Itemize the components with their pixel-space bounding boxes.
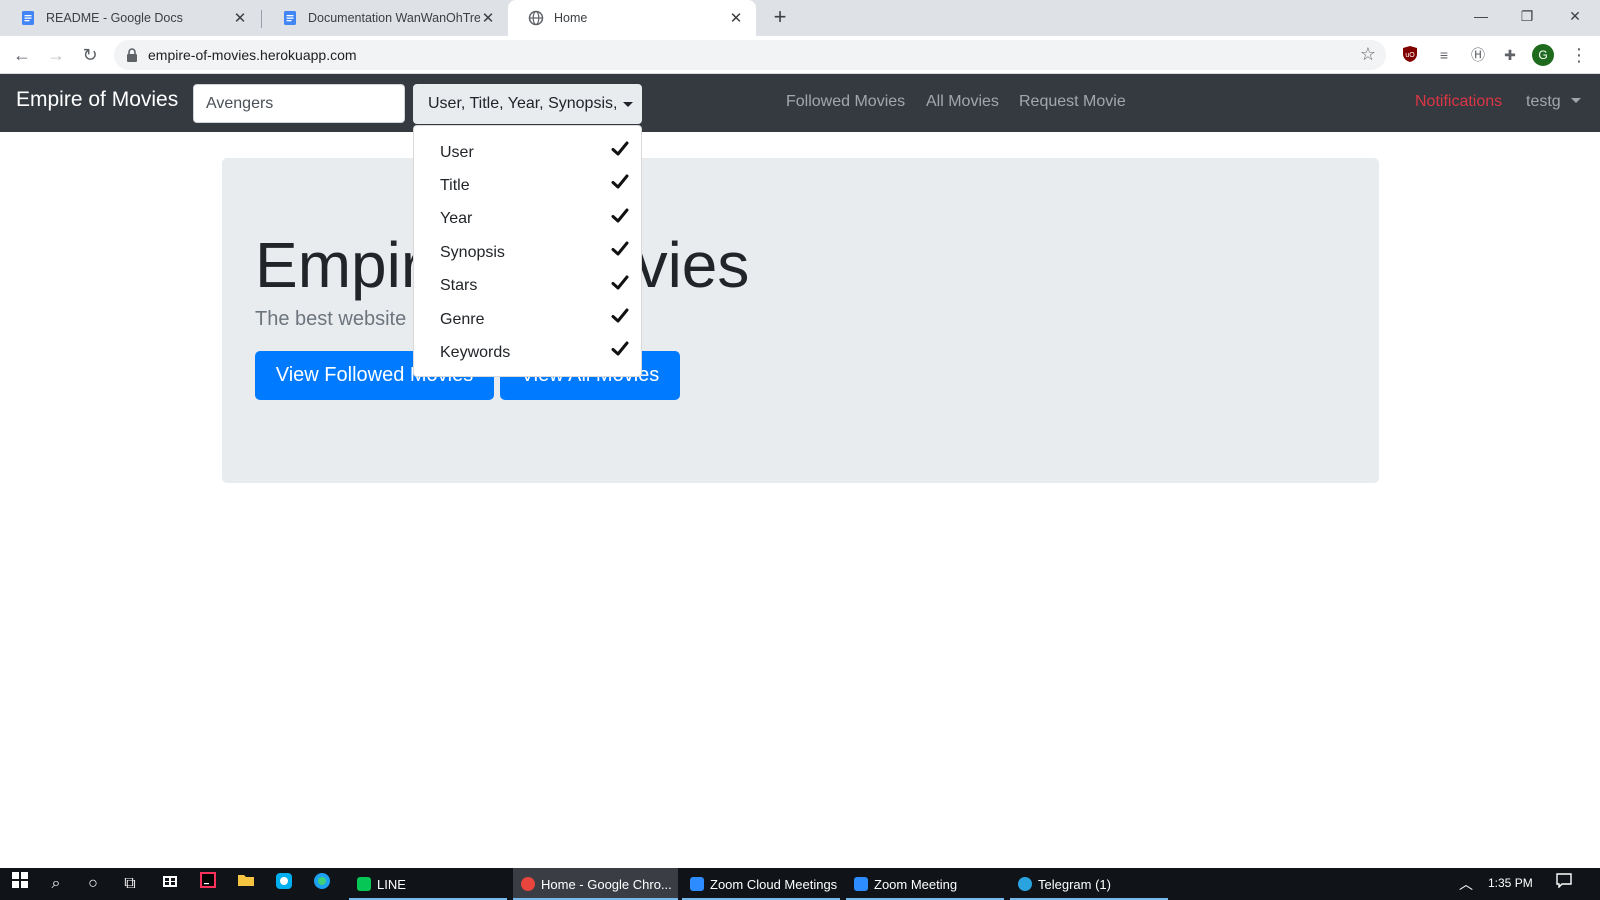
taskbar-app-label: Home - Google Chro... [541,876,672,892]
google-docs-icon [284,11,296,25]
chrome-icon [521,877,535,891]
filter-option-label: Year [440,210,473,228]
nav-request-movie[interactable]: Request Movie [1019,93,1126,111]
filter-label: User, Title, Year, Synopsis, [428,95,618,112]
nav-all-movies[interactable]: All Movies [926,93,999,111]
more-menu-icon[interactable]: ⋮ [1570,44,1588,66]
hero-jumbotron: Empire of Movies The best website View F… [222,158,1379,483]
filter-option-user[interactable]: User [414,136,641,169]
skype-icon[interactable] [272,872,296,896]
tab-title: README - Google Docs [46,11,183,25]
caret-down-icon [1571,98,1582,103]
zoom-icon [690,877,704,891]
close-icon[interactable]: ✕ [728,9,744,27]
checkmark-icon [611,208,629,223]
taskbar-app-zoom-meeting[interactable]: Zoom Meeting [846,868,1004,900]
checkmark-icon [611,341,629,356]
filter-option-label: Genre [440,310,485,328]
checkmark-icon [611,241,629,256]
reload-icon[interactable]: ↻ [78,43,102,67]
address-bar[interactable]: empire-of-movies.herokuapp.com ☆ [114,40,1386,70]
close-icon[interactable]: ✕ [232,9,248,27]
hero-lead: The best website [255,308,407,330]
lock-icon [127,48,137,62]
nav-followed-movies[interactable]: Followed Movies [786,93,905,111]
site-brand[interactable]: Empire of Movies [16,88,178,112]
profile-avatar[interactable]: G [1532,44,1554,66]
filter-option-label: Stars [440,277,478,295]
globe-icon [528,10,544,26]
close-window-icon[interactable]: ✕ [1552,0,1598,32]
forward-arrow-icon[interactable]: → [44,43,68,67]
notification-center-icon[interactable] [1552,872,1576,896]
browser-tab-strip: README - Google Docs ✕ Documentation Wan… [0,0,1600,36]
file-explorer-icon[interactable] [234,872,258,896]
ublock-icon[interactable]: uO [1400,45,1420,65]
username: testg [1526,93,1561,110]
filter-option-title[interactable]: Title [414,169,641,202]
taskbar-app-zoom-cloud[interactable]: Zoom Cloud Meetings [682,868,840,900]
line-icon [357,877,371,891]
new-tab-button[interactable]: + [768,6,792,30]
search-icon[interactable]: ⌕ [44,872,68,896]
browser-toolbar: ← → ↻ empire-of-movies.herokuapp.com ☆ u… [0,36,1600,74]
checkmark-icon [611,275,629,290]
back-arrow-icon[interactable]: ← [10,43,34,67]
store-icon[interactable] [158,872,182,896]
taskbar-app-label: Zoom Cloud Meetings [710,876,838,892]
filter-option-year[interactable]: Year [414,203,641,236]
checkmark-icon [611,308,629,323]
task-view-icon[interactable]: ⧉ [118,872,142,896]
extension-h-icon[interactable]: Ⓗ [1468,45,1488,65]
filter-option-stars[interactable]: Stars [414,270,641,303]
tab-home[interactable]: Home ✕ [508,0,756,36]
search-filter-dropdown-menu: User Title Year Synopsis Stars Genre Key… [413,125,642,377]
google-docs-icon [22,11,34,25]
url-text: empire-of-movies.herokuapp.com [148,47,357,63]
filter-option-genre[interactable]: Genre [414,303,641,336]
checkmark-icon [611,174,629,189]
intellij-icon[interactable] [196,872,220,896]
user-menu[interactable]: testg [1526,93,1582,111]
close-icon[interactable]: ✕ [480,9,496,27]
search-input[interactable] [193,84,405,123]
nav-notifications[interactable]: Notifications [1415,93,1502,111]
star-icon[interactable]: ☆ [1360,44,1376,65]
windows-taskbar: ⌕ ○ ⧉ LINE Home - Google Chro... Zoom Cl… [0,868,1600,900]
filter-option-label: Keywords [440,344,511,362]
reading-list-icon[interactable]: ≡ [1434,45,1454,65]
filter-option-keywords[interactable]: Keywords [414,336,641,369]
tray-chevron-up-icon[interactable]: ︿ [1454,872,1478,896]
taskbar-app-label: Zoom Meeting [874,876,958,892]
svg-text:uO: uO [1405,52,1415,59]
windows-start-icon[interactable] [8,872,32,896]
taskbar-app-label: LINE [377,876,406,892]
filter-option-synopsis[interactable]: Synopsis [414,236,641,269]
restore-icon[interactable]: ❐ [1504,0,1550,32]
filter-option-label: Synopsis [440,243,505,261]
search-filter-dropdown-button[interactable]: User, Title, Year, Synopsis, [413,84,642,124]
puzzle-icon[interactable]: ✚ [1500,45,1520,65]
caret-down-icon [623,101,634,107]
minimize-icon[interactable]: — [1458,0,1504,32]
tab-title: Home [554,11,588,25]
taskbar-app-chrome[interactable]: Home - Google Chro... [513,868,678,900]
edge-icon[interactable] [310,872,334,896]
site-navbar: Empire of Movies User, Title, Year, Syno… [0,74,1600,132]
taskbar-app-line[interactable]: LINE [349,868,507,900]
telegram-icon [1018,877,1032,891]
taskbar-app-label: Telegram (1) [1038,876,1111,892]
tab-readme[interactable]: README - Google Docs ✕ [0,0,260,36]
filter-option-label: Title [440,177,470,195]
zoom-icon [854,877,868,891]
cortana-icon[interactable]: ○ [81,872,105,896]
taskbar-clock[interactable]: 1:35 PM [1488,876,1533,890]
filter-option-label: User [440,143,474,161]
checkmark-icon [611,141,629,156]
tab-title: Documentation WanWanOhTree [308,11,480,25]
taskbar-app-telegram[interactable]: Telegram (1) [1010,868,1168,900]
tab-documentation[interactable]: Documentation WanWanOhTree ✕ [262,0,508,36]
